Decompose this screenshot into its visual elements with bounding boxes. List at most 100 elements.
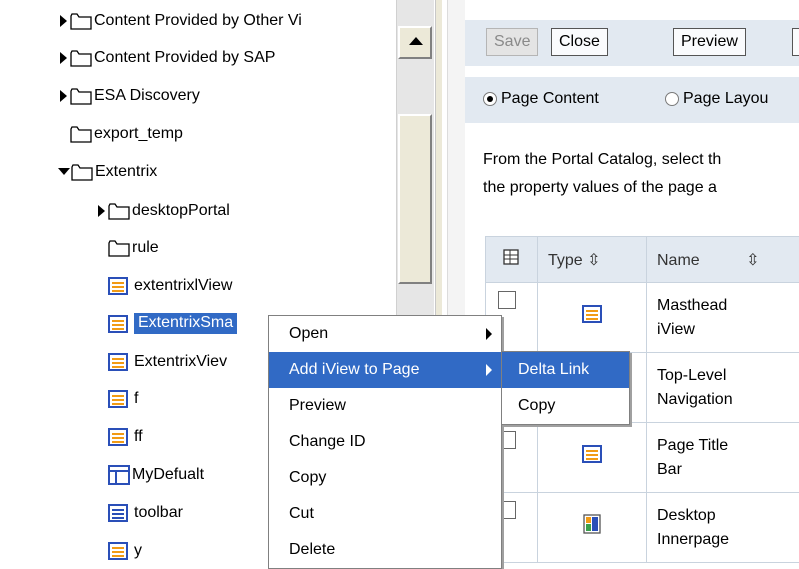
folder-icon (71, 163, 93, 181)
tree-item-toolbar[interactable]: toolbar (108, 494, 183, 531)
folder-icon (70, 87, 92, 105)
menu-item-preview[interactable]: Preview (269, 388, 501, 424)
submenu-item-delta-link[interactable]: Delta Link (502, 352, 629, 388)
iview-icon (108, 352, 128, 371)
iview-icon (582, 444, 602, 463)
tree-item-esa-discovery[interactable]: ESA Discovery (60, 77, 200, 114)
type-column-header[interactable]: Type ⇳ (537, 236, 647, 283)
tree-item-label: ff (134, 427, 143, 445)
menu-item-label: Copy (289, 469, 327, 486)
tree-item-label: y (134, 541, 142, 559)
menu-item-open[interactable]: Open (269, 316, 501, 352)
tree-item-extentrix[interactable]: Extentrix (58, 153, 157, 190)
tree-item-ff[interactable]: ff (108, 418, 143, 455)
tree-item-y[interactable]: y (108, 532, 142, 569)
tree-item-extentrixlview[interactable]: extentrixlView (108, 267, 232, 304)
expand-arrow-icon[interactable] (60, 14, 67, 27)
toolbar-button-partial[interactable] (792, 28, 799, 56)
page-content-radio[interactable]: Page Content (483, 90, 599, 108)
row-name: Page Title (657, 436, 729, 454)
folder-icon (70, 125, 92, 143)
tree-item-label: Extentrix (95, 162, 158, 180)
collapse-arrow-icon[interactable] (58, 168, 70, 175)
tree-item-mydefualt[interactable]: MyDefualt (108, 456, 204, 493)
row-name: iView (657, 320, 695, 338)
folder-icon (70, 49, 92, 67)
page-layout-radio[interactable]: Page Layou (665, 90, 768, 108)
tree-item-extentrixview[interactable]: ExtentrixViev (108, 343, 227, 380)
row-name: Bar (657, 460, 682, 478)
radio-unselected-icon[interactable] (665, 92, 679, 106)
menu-item-add-iview-to-page[interactable]: Add iView to Page (269, 352, 501, 388)
page-layout-label: Page Layou (683, 90, 769, 107)
add-iview-submenu: Delta Link Copy (501, 351, 630, 425)
expand-arrow-icon[interactable] (60, 51, 67, 64)
folder-icon (108, 202, 130, 220)
submenu-item-copy[interactable]: Copy (502, 388, 629, 424)
tree-item-label: ExtentrixViev (134, 352, 228, 370)
tree-item-label: rule (132, 238, 159, 256)
row-name: Innerpage (657, 530, 730, 548)
menu-item-copy[interactable]: Copy (269, 460, 501, 496)
tree-item-f[interactable]: f (108, 380, 138, 417)
scroll-thumb[interactable] (398, 114, 432, 284)
tree-item-label: MyDefualt (132, 465, 205, 483)
name-column-header[interactable]: Name ⇳ (646, 236, 799, 283)
iview-icon (108, 541, 128, 560)
tree-item-desktopportal[interactable]: desktopPortal (98, 192, 230, 229)
save-button[interactable]: Save (486, 28, 539, 56)
menu-item-cut[interactable]: Cut (269, 496, 501, 532)
table-row[interactable]: Page Title Bar (485, 422, 799, 493)
menu-item-label: Open (289, 325, 329, 342)
table-header-row: Type ⇳ Name ⇳ (485, 236, 799, 283)
table-select-icon[interactable] (502, 248, 521, 266)
iview-icon (108, 389, 128, 408)
tree-item-content-other-vendors[interactable]: Content Provided by Other Vi (60, 2, 302, 39)
iview-icon (108, 276, 128, 295)
menu-item-label: Delete (289, 541, 336, 558)
layout-icon (108, 464, 130, 485)
tree-item-label: Content Provided by Other Vi (94, 11, 302, 29)
menu-item-change-id[interactable]: Change ID (269, 424, 501, 460)
sort-icon[interactable]: ⇳ (746, 252, 759, 269)
menu-item-label: Preview (289, 397, 346, 414)
tree-item-extentrixsma[interactable]: ExtentrixSma (108, 305, 238, 342)
instructions-line-2: the property values of the page a (483, 179, 717, 196)
submenu-arrow-icon (486, 328, 492, 340)
close-button[interactable]: Close (551, 28, 608, 56)
name-column-label: Name (657, 251, 700, 269)
scroll-up-button[interactable] (398, 26, 432, 59)
instructions-text: From the Portal Catalog, select th the p… (483, 146, 799, 202)
row-name: Masthead (657, 296, 728, 314)
tree-item-label: ESA Discovery (94, 86, 200, 104)
radio-selected-icon[interactable] (483, 92, 497, 106)
submenu-arrow-icon (486, 364, 492, 376)
tree-context-menu: Open Add iView to Page Preview Change ID… (268, 315, 502, 569)
editor-toolbar: Save Close Preview (465, 20, 799, 66)
iview-icon (582, 304, 602, 323)
page-content-label: Page Content (501, 90, 599, 107)
row-checkbox[interactable] (498, 291, 516, 309)
iview-icon (108, 427, 128, 446)
row-name: Desktop (657, 506, 716, 524)
tree-item-label: export_temp (94, 124, 183, 142)
tree-item-rule[interactable]: rule (108, 229, 159, 266)
menu-item-label: Delta Link (518, 361, 590, 378)
table-row[interactable]: Masthead iView (485, 282, 799, 353)
folder-icon (70, 12, 92, 30)
menu-item-label: Add iView to Page (289, 361, 420, 378)
table-row[interactable]: Desktop Innerpage (485, 492, 799, 563)
expand-arrow-icon[interactable] (98, 204, 105, 217)
select-all-column-header[interactable] (485, 236, 538, 283)
tree-item-label: desktopPortal (132, 201, 230, 219)
menu-item-delete[interactable]: Delete (269, 532, 501, 568)
tree-item-label: toolbar (134, 503, 183, 521)
expand-arrow-icon[interactable] (60, 89, 67, 102)
preview-button[interactable]: Preview (673, 28, 746, 56)
tree-item-label: extentrixlView (134, 276, 233, 294)
instructions-line-1: From the Portal Catalog, select th (483, 151, 722, 168)
tree-item-content-sap[interactable]: Content Provided by SAP (60, 39, 275, 76)
page-icon (583, 513, 601, 534)
tree-item-label: f (134, 389, 139, 407)
tree-item-export-temp[interactable]: export_temp (70, 115, 183, 152)
